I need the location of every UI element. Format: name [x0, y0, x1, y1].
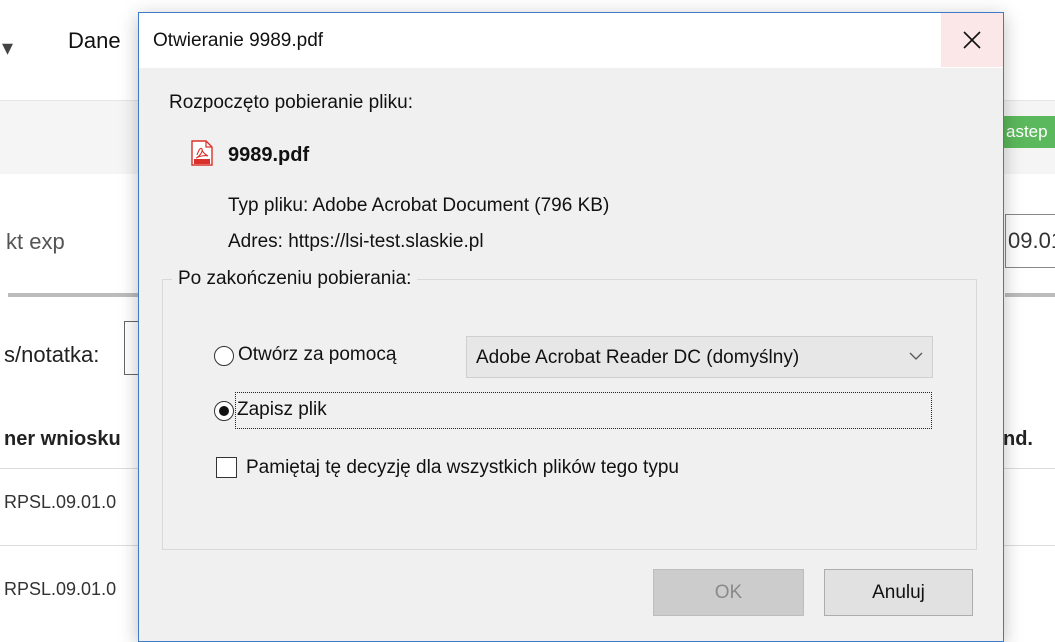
cancel-button[interactable]: Anuluj	[824, 569, 973, 616]
background-input[interactable]: 09.01	[1005, 214, 1055, 268]
ok-button[interactable]: OK	[653, 569, 804, 616]
background-field-label: kt exp	[6, 229, 65, 254]
open-with-label[interactable]: Otwórz za pomocą	[238, 344, 396, 366]
download-started-label: Rozpoczęto pobieranie pliku:	[169, 92, 413, 113]
dialog-titlebar[interactable]: Otwieranie 9989.pdf	[139, 13, 1003, 68]
divider	[1005, 293, 1055, 297]
notatka-label: s/notatka:	[4, 342, 100, 367]
table-header-right: nd.	[1003, 428, 1033, 450]
chevron-down-icon	[909, 352, 923, 360]
nav-item-dane[interactable]: Dane	[68, 28, 121, 54]
file-name: 9989.pdf	[228, 144, 310, 166]
save-file-focus-outline	[235, 392, 932, 429]
download-dialog: Otwieranie 9989.pdf Rozpoczęto pobierani…	[138, 12, 1004, 642]
remember-decision-label[interactable]: Pamiętaj tę decyzję dla wszystkich plikó…	[246, 457, 679, 479]
open-with-app-select[interactable]: Adobe Acrobat Reader DC (domyślny)	[466, 336, 933, 378]
table-row[interactable]: RPSL.09.01.0	[4, 579, 116, 600]
file-type-line: Typ pliku: Adobe Acrobat Document (796 K…	[228, 195, 610, 216]
after-download-legend: Po zakończeniu pobierania:	[172, 268, 418, 290]
divider	[8, 293, 138, 297]
next-button[interactable]: astep	[1000, 116, 1055, 148]
table-row[interactable]: RPSL.09.01.0	[4, 492, 116, 513]
save-file-radio[interactable]	[214, 401, 234, 421]
close-button[interactable]	[941, 13, 1003, 67]
nav-caret-icon: ▾	[2, 35, 14, 60]
close-icon	[963, 31, 981, 49]
pdf-file-icon	[191, 140, 213, 166]
open-with-radio[interactable]	[214, 346, 234, 366]
file-address-line: Adres: https://lsi-test.slaskie.pl	[228, 231, 484, 252]
table-header-number: ner wniosku	[4, 428, 121, 450]
save-file-label[interactable]: Zapisz plik	[237, 399, 327, 421]
dialog-title: Otwieranie 9989.pdf	[153, 30, 324, 51]
remember-decision-checkbox[interactable]	[216, 457, 237, 478]
open-with-app-value: Adobe Acrobat Reader DC (domyślny)	[476, 347, 800, 368]
